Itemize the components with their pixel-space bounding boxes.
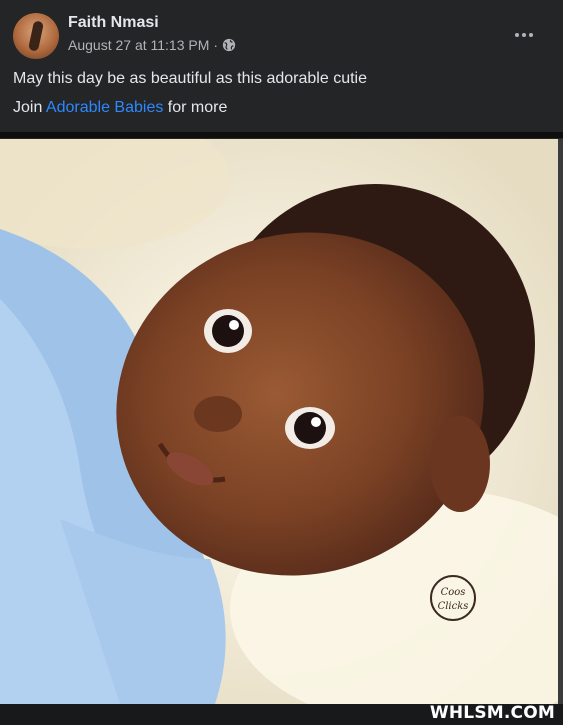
- post-header: Faith Nmasi August 27 at 11:13 PM ·: [0, 0, 563, 66]
- divider: [0, 132, 563, 138]
- group-link[interactable]: Adorable Babies: [46, 99, 163, 116]
- post-caption: May this day be as beautiful as this ado…: [13, 70, 367, 87]
- avatar[interactable]: [13, 13, 59, 59]
- join-prefix: Join: [13, 99, 46, 116]
- photo-logo-bottom: Clicks: [438, 601, 469, 612]
- photo-logo-top: Coos: [441, 587, 466, 598]
- author-name[interactable]: Faith Nmasi: [68, 14, 159, 32]
- watermark: WHLSM.COM: [429, 703, 555, 723]
- more-options-button[interactable]: [506, 24, 542, 46]
- join-suffix: for more: [163, 99, 228, 116]
- dot-icon: [529, 33, 533, 37]
- meta-separator: ·: [213, 37, 219, 53]
- dot-icon: [515, 33, 519, 37]
- dot-icon: [522, 33, 526, 37]
- join-line: Join Adorable Babies for more: [13, 98, 227, 118]
- globe-icon[interactable]: [222, 38, 236, 52]
- baby-photo-illustration: Coos Clicks: [0, 139, 558, 704]
- photo-edge: [558, 139, 563, 704]
- post-timestamp[interactable]: August 27 at 11:13 PM: [68, 37, 209, 53]
- post-photo[interactable]: Coos Clicks: [0, 139, 558, 704]
- post-meta: August 27 at 11:13 PM ·: [68, 37, 236, 53]
